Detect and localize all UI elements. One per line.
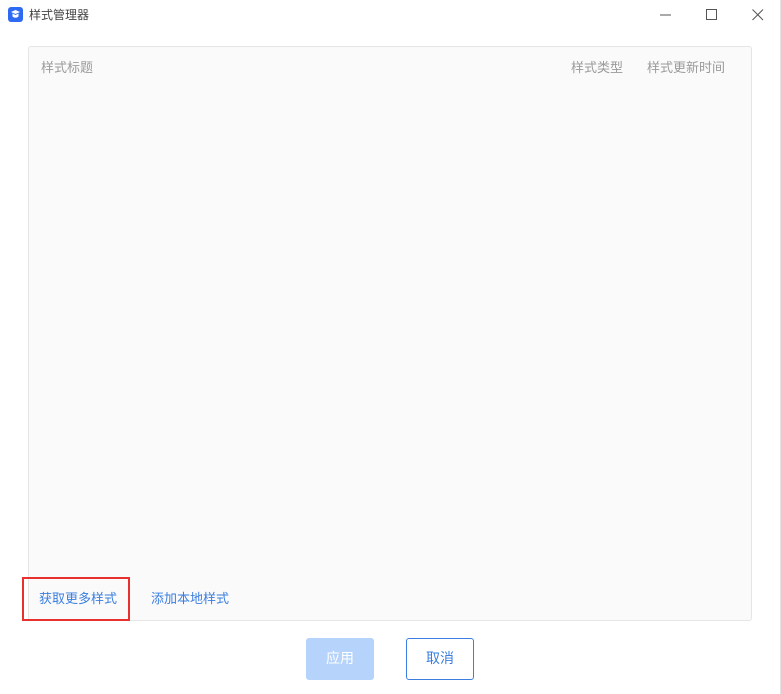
app-logo-icon — [8, 7, 23, 22]
style-list-panel[interactable]: 样式标题 样式类型 样式更新时间 — [28, 46, 752, 621]
maximize-icon — [706, 9, 717, 20]
title-bar[interactable]: 样式管理器 — [0, 0, 781, 30]
window-title: 样式管理器 — [29, 8, 90, 22]
get-more-styles-link[interactable]: 获取更多样式 — [39, 591, 117, 609]
column-header-style-type[interactable]: 样式类型 — [571, 60, 623, 78]
apply-button[interactable]: 应用 — [306, 638, 374, 680]
cancel-button[interactable]: 取消 — [406, 638, 474, 680]
close-icon — [752, 9, 764, 21]
close-button[interactable] — [735, 0, 781, 30]
column-header-updated-time[interactable]: 样式更新时间 — [647, 60, 725, 78]
column-header-style-title[interactable]: 样式标题 — [41, 60, 93, 78]
maximize-button[interactable] — [689, 0, 735, 30]
minimize-button[interactable] — [643, 0, 689, 30]
minimize-icon — [660, 14, 671, 16]
add-local-style-link[interactable]: 添加本地样式 — [151, 591, 229, 609]
style-manager-window: 样式管理器 样式标题 样式类型 样式更新时间 获取更多样式 添加本地样式 应用 … — [0, 0, 781, 694]
